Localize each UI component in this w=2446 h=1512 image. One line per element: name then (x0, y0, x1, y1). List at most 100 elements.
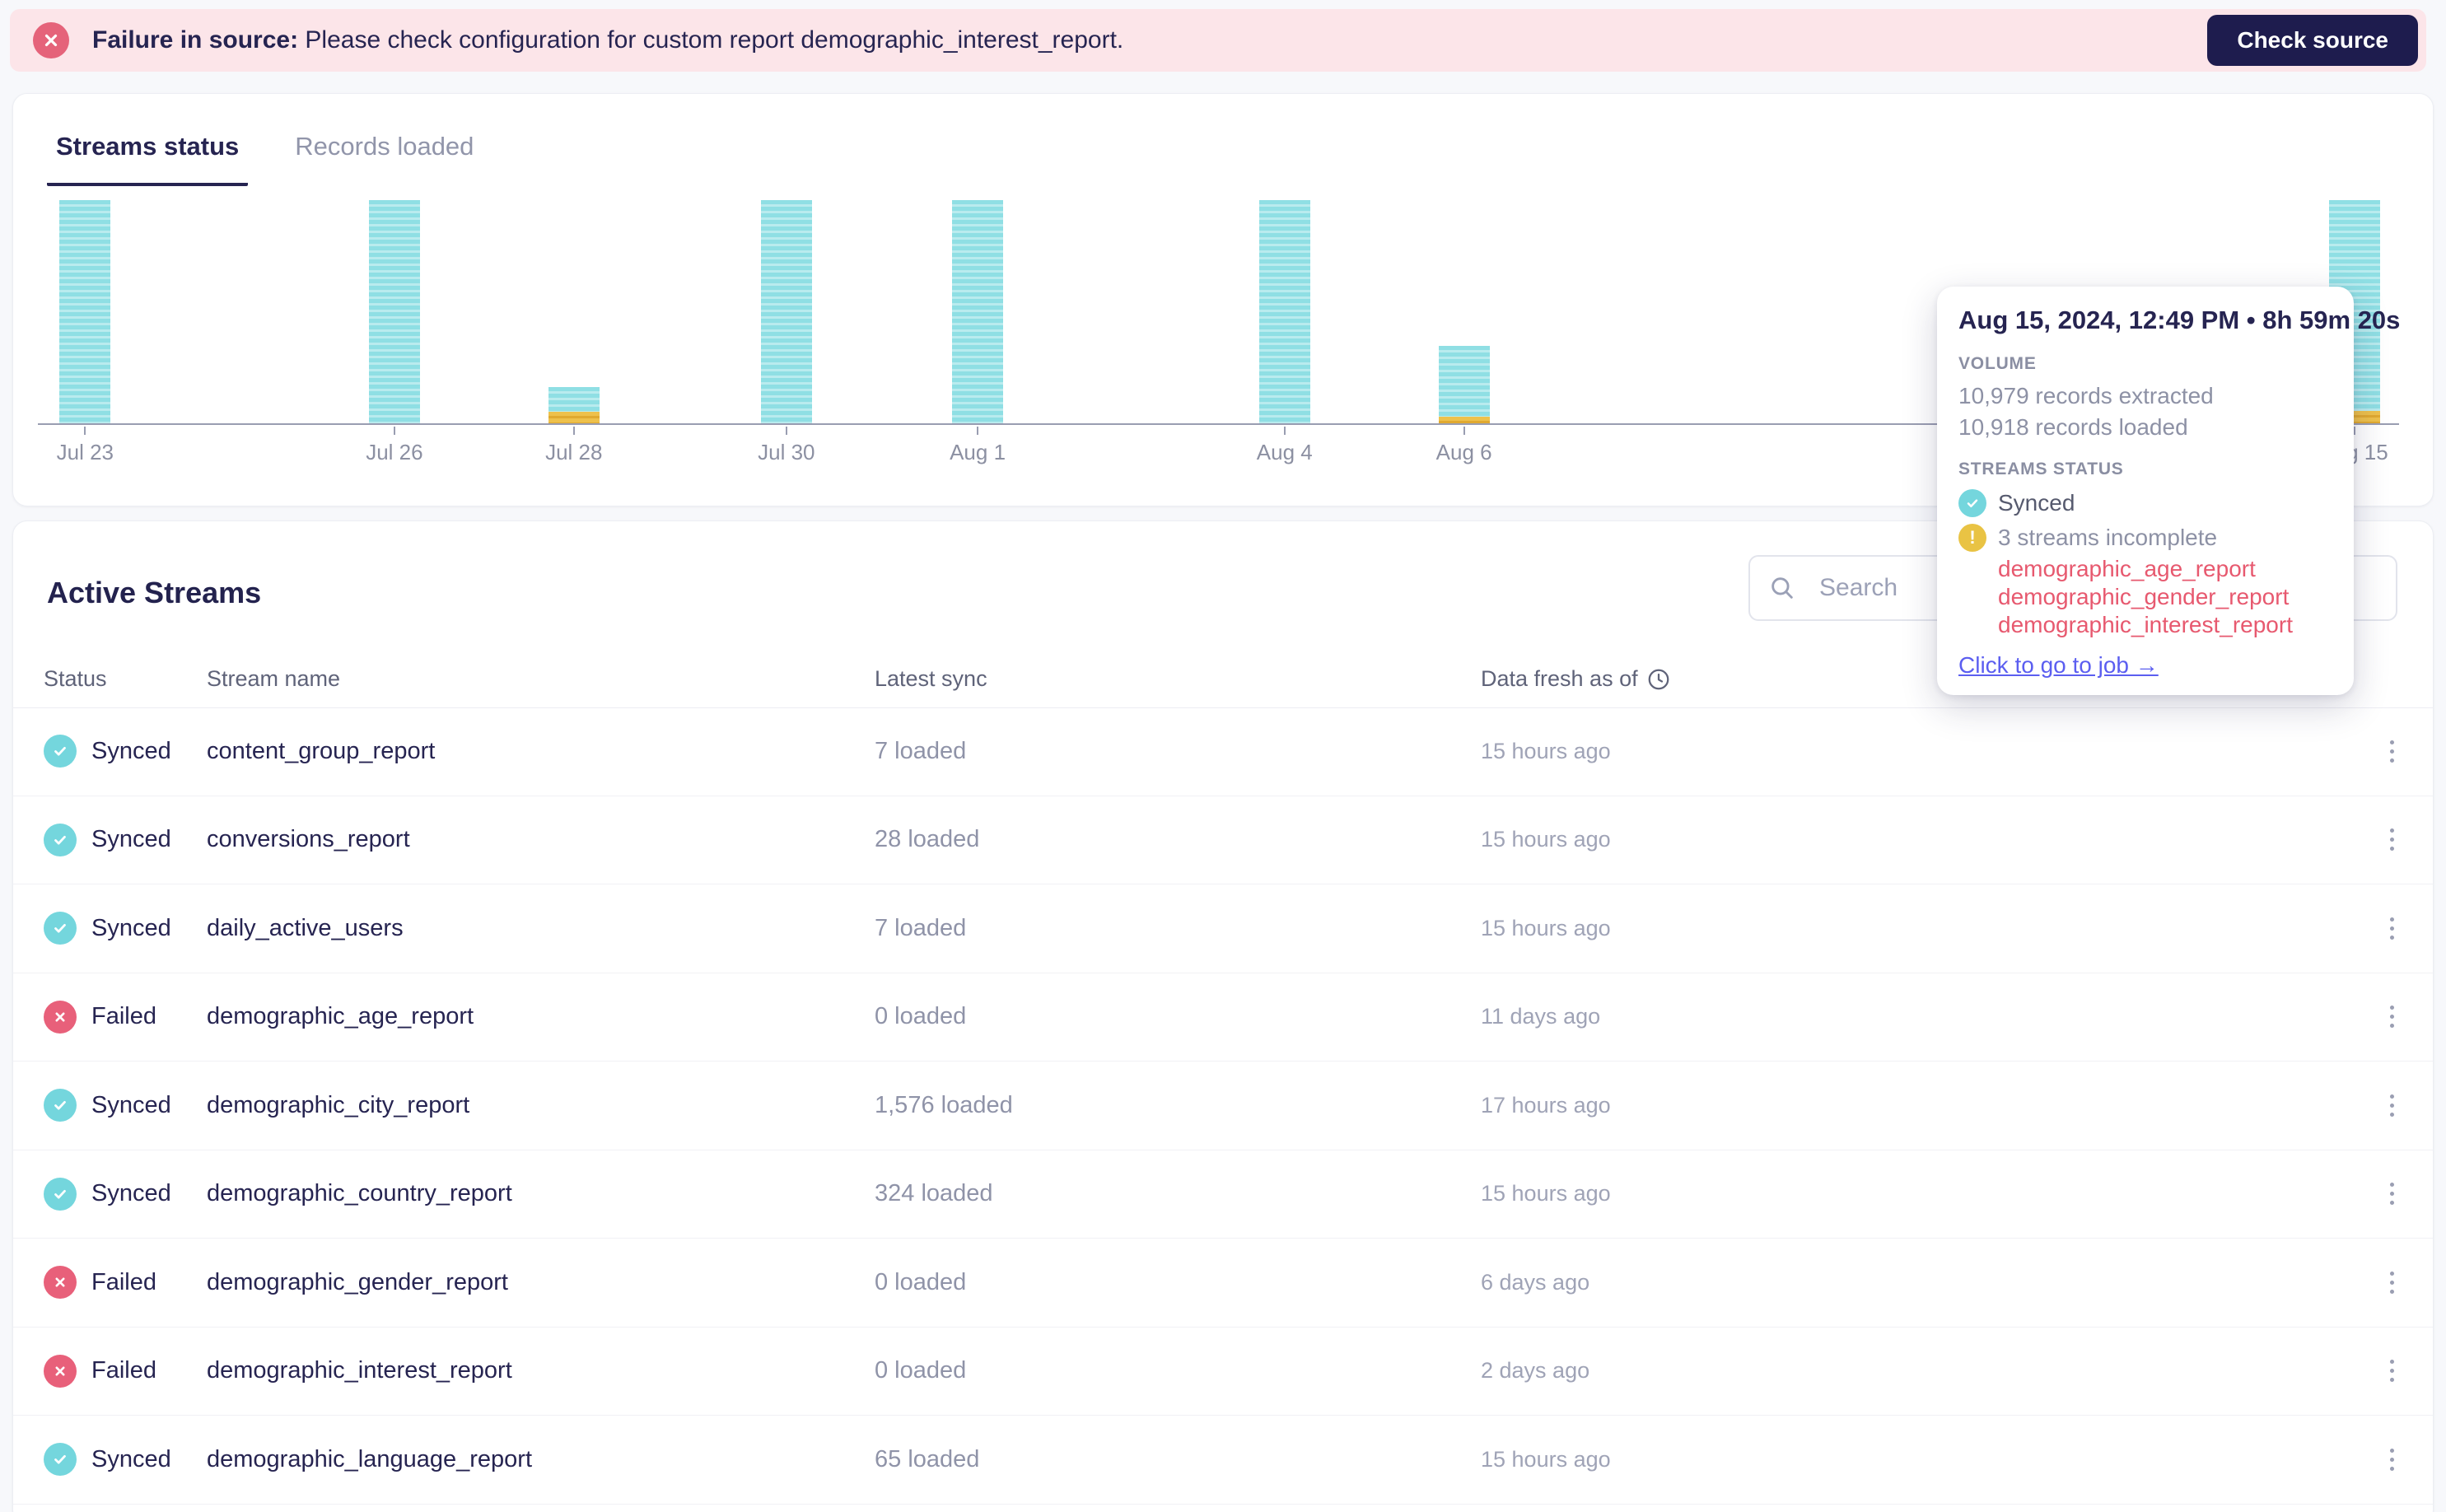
stream-name: demographic_country_report (207, 1180, 512, 1207)
stream-name: demographic_language_report (207, 1445, 533, 1472)
records-extracted: 10,979 records extracted (1958, 383, 2214, 408)
axis-tick (977, 427, 979, 435)
table-row: Synced demographic_city_report 1,576 loade… (13, 1062, 2433, 1150)
table-row: Synced content_group_report 7 loaded 15 hou… (13, 707, 2433, 796)
latest-sync: 7 loaded (875, 737, 967, 764)
warning-icon: ! (1958, 524, 1986, 552)
stream-name: conversions_report (207, 826, 410, 853)
status-label: Failed (91, 1003, 156, 1030)
latest-sync: 0 loaded (875, 1268, 967, 1295)
synced-badge-icon (44, 1443, 77, 1477)
row-menu-button[interactable] (2373, 1080, 2411, 1130)
table-row: Failed demographic_age_report 0 loaded 11 d… (13, 973, 2433, 1062)
latest-sync: 65 loaded (875, 1445, 980, 1472)
streams-status-section-label: STREAMS STATUS (1958, 460, 2124, 478)
column-header-status: Status (44, 666, 107, 691)
data-fresh: 6 days ago (1481, 1269, 1590, 1295)
x-axis-label: Aug 1 (950, 440, 1006, 464)
chart-bar-jul-23[interactable] (59, 200, 111, 423)
latest-sync: 1,576 loaded (875, 1091, 1013, 1118)
chart-bar-jul-26[interactable] (368, 200, 420, 423)
x-axis-label: Aug 4 (1256, 440, 1313, 464)
table-row: Failed demographic_interest_report 0 loade… (13, 1328, 2433, 1416)
row-menu-button[interactable] (2373, 1435, 2411, 1484)
latest-sync: 324 loaded (875, 1180, 993, 1207)
records-loaded: 10,918 records loaded (1958, 414, 2188, 440)
data-fresh: 15 hours ago (1481, 1446, 1611, 1472)
banner-message: Failure in source: Please check configur… (92, 26, 1123, 54)
tooltip-title: Aug 15, 2024, 12:49 PM • 8h 59m 20s (1958, 306, 2401, 334)
x-axis-label: Aug 6 (1435, 440, 1492, 464)
synced-status-label: Synced (1998, 490, 2075, 516)
stream-name: demographic_interest_report (207, 1357, 512, 1384)
synced-badge-icon (44, 823, 77, 856)
chart-bar-aug-6[interactable] (1438, 345, 1490, 423)
latest-sync: 7 loaded (875, 914, 967, 941)
row-menu-button[interactable] (2373, 903, 2411, 953)
error-banner: Failure in source: Please check configur… (10, 9, 2426, 72)
x-axis-label: Jul 26 (366, 440, 423, 464)
bar-segment-incomplete (1438, 416, 1490, 423)
status-label: Failed (91, 1268, 156, 1295)
data-fresh: 15 hours ago (1481, 827, 1611, 852)
row-menu-button[interactable] (2373, 1169, 2411, 1219)
synced-badge-icon (44, 1089, 77, 1122)
banner-message-bold: Failure in source: (92, 26, 299, 54)
status-label: Synced (91, 914, 171, 941)
row-menu-button[interactable] (2373, 992, 2411, 1042)
check-source-button[interactable]: Check source (2207, 15, 2418, 66)
latest-sync: 0 loaded (875, 1357, 967, 1384)
incomplete-status-label: 3 streams incomplete (1998, 525, 2218, 550)
latest-sync: 0 loaded (875, 1003, 967, 1030)
incomplete-stream-link[interactable]: demographic_interest_report (1998, 611, 2332, 639)
bar-segment-synced (548, 387, 600, 412)
table-row: Synced daily_active_users 7 loaded 15 hours… (13, 884, 2433, 973)
bar-segment-synced (760, 200, 812, 423)
axis-tick (785, 427, 787, 435)
status-label: Synced (91, 1180, 171, 1207)
x-axis-label: Jul 28 (545, 440, 603, 464)
failed-badge-icon (44, 1000, 77, 1034)
chart-bar-aug-1[interactable] (952, 200, 1004, 423)
chart-bar-aug-4[interactable] (1258, 200, 1310, 423)
row-menu-button[interactable] (2373, 1346, 2411, 1396)
stream-name: daily_active_users (207, 914, 404, 941)
status-label: Synced (91, 737, 171, 764)
axis-tick (572, 427, 575, 435)
data-fresh: 2 days ago (1481, 1358, 1590, 1384)
sync-tooltip: Aug 15, 2024, 12:49 PM • 8h 59m 20s VOLU… (1937, 287, 2401, 695)
stream-name: demographic_city_report (207, 1091, 470, 1118)
data-fresh: 11 days ago (1481, 1004, 1601, 1029)
clock-icon (1648, 669, 1669, 689)
latest-sync: 28 loaded (875, 826, 980, 853)
chart-bar-jul-28[interactable] (548, 387, 600, 423)
incomplete-status-row: ! 3 streams incomplete (1958, 524, 2332, 552)
status-label: Failed (91, 1357, 156, 1384)
table-row: Failed demographic_gender_report 0 loaded 6… (13, 1239, 2433, 1328)
data-fresh: 15 hours ago (1481, 1181, 1611, 1206)
axis-tick (393, 427, 395, 435)
error-circle-icon (33, 22, 69, 58)
status-label: Synced (91, 1445, 171, 1472)
incomplete-stream-links: demographic_age_report demographic_gender… (1998, 555, 2332, 639)
volume-section-label: VOLUME (1958, 354, 2037, 373)
failed-badge-icon (44, 1266, 77, 1300)
table-row: Synced demographic_country_report 324 load… (13, 1150, 2433, 1239)
failed-badge-icon (44, 1354, 77, 1388)
tab-streams-status[interactable]: Streams status (47, 132, 249, 186)
go-to-job-link[interactable]: Click to go to job → (1958, 652, 2159, 679)
row-menu-button[interactable] (2373, 1258, 2411, 1307)
synced-badge-icon (44, 1177, 77, 1211)
search-icon (1768, 574, 1796, 606)
tab-records-loaded[interactable]: Records loaded (286, 132, 483, 186)
bar-segment-incomplete (548, 411, 600, 423)
incomplete-stream-link[interactable]: demographic_age_report (1998, 555, 2332, 583)
incomplete-stream-link[interactable]: demographic_gender_report (1998, 583, 2332, 611)
stream-name: demographic_gender_report (207, 1268, 508, 1295)
chart-bar-jul-30[interactable] (760, 200, 812, 423)
row-menu-button[interactable] (2373, 726, 2411, 776)
table-row: Synced demographic_language_report 65 load… (13, 1416, 2433, 1505)
stream-name: content_group_report (207, 737, 436, 764)
row-menu-button[interactable] (2373, 815, 2411, 865)
table-row: Synced conversions_report 28 loaded 15 hour… (13, 796, 2433, 884)
